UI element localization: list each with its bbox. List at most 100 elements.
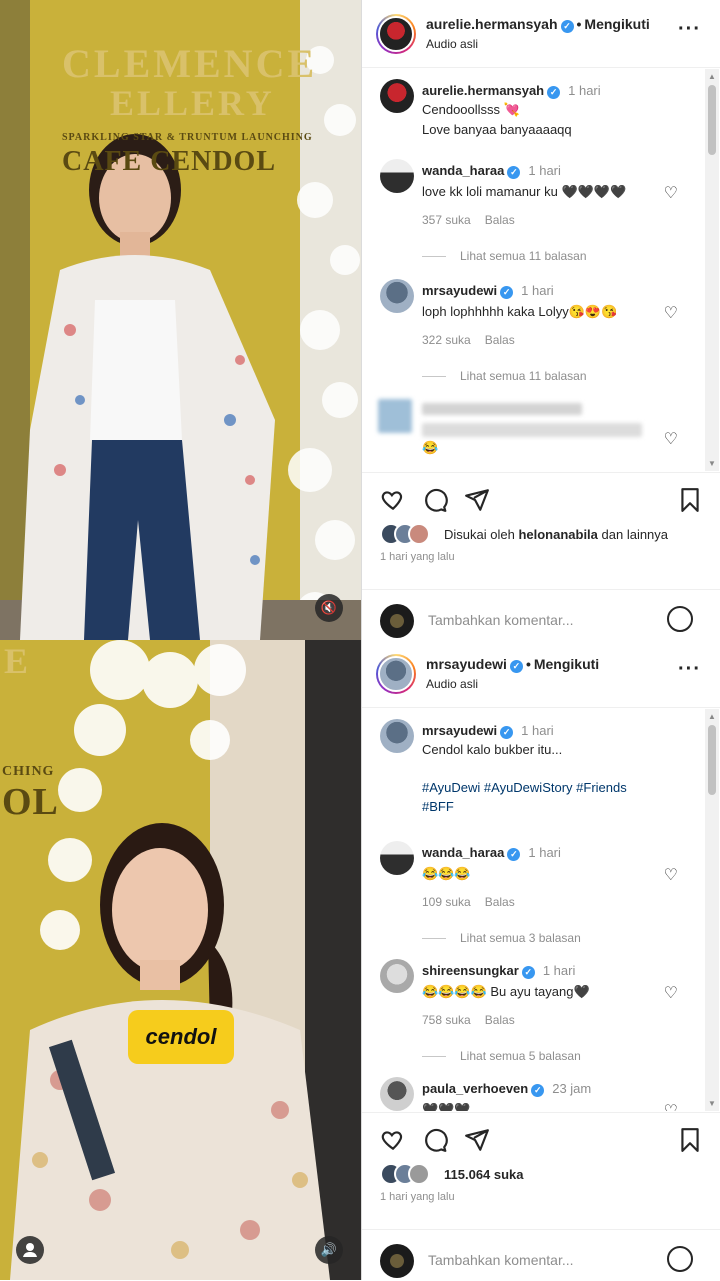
more-options-icon[interactable]: ··· xyxy=(678,658,701,681)
comment-username[interactable]: paula_verhoeven xyxy=(422,1081,528,1096)
avatar[interactable] xyxy=(380,79,414,113)
post-2-panel: mrsayudewi ✓ • Mengikuti Audio asli ··· mrs… xyxy=(361,640,720,1280)
caption-text-2: Love banyaa banyaaaaqq xyxy=(422,122,572,137)
tagged-user-icon[interactable] xyxy=(16,1236,44,1264)
share-icon[interactable] xyxy=(464,1127,490,1153)
verified-icon: ✓ xyxy=(507,848,521,861)
comment-text: 😂 xyxy=(422,440,439,455)
avatar[interactable] xyxy=(376,14,416,54)
header-username[interactable]: aurelie.hermansyah xyxy=(426,16,558,32)
caption-hashtags[interactable]: #AyuDewi #AyuDewiStory #Friends xyxy=(422,779,627,797)
view-replies[interactable]: Lihat semua 11 balasan xyxy=(422,369,587,383)
liker-avatars[interactable] xyxy=(380,1163,440,1185)
blurred-text xyxy=(422,423,642,437)
add-comment-input[interactable]: Tambahkan komentar... xyxy=(428,1252,574,1268)
more-options-icon[interactable]: ··· xyxy=(678,18,701,41)
comment-icon[interactable] xyxy=(422,487,448,513)
audio-label[interactable]: Audio asli xyxy=(426,677,478,691)
emoji-icon[interactable] xyxy=(667,606,693,632)
avatar[interactable] xyxy=(380,959,414,993)
emoji-icon[interactable] xyxy=(667,1246,693,1272)
caption-text-1: Cendooollsss 💘 xyxy=(422,102,520,117)
comment-likes[interactable]: 322 suka xyxy=(422,333,471,347)
comment-text: 😂😂😂 xyxy=(422,866,471,881)
scrollbar[interactable]: ▲ ▼ xyxy=(705,69,719,471)
like-comment-icon[interactable]: ♡ xyxy=(664,303,678,323)
avatar[interactable] xyxy=(380,279,414,313)
audio-label[interactable]: Audio asli xyxy=(426,37,478,51)
comment-text: love kk loli mamanur ku 🖤🖤🖤🖤 xyxy=(422,184,627,199)
caption-hashtags-2[interactable]: #BFF xyxy=(422,798,454,816)
event-text-partial: CHING xyxy=(2,764,55,779)
like-comment-icon[interactable]: ♡ xyxy=(664,865,678,885)
comment-time: 1 hari xyxy=(542,963,576,978)
comment-text: 😂😂😂😂 Bu ayu tayang🖤 xyxy=(422,984,590,999)
post-2-video-frame xyxy=(0,640,361,1280)
caption-username[interactable]: aurelie.hermansyah xyxy=(422,83,544,98)
comment-username[interactable]: shireensungkar xyxy=(422,963,519,978)
caption-text: Cendol kalo bukber itu... xyxy=(422,742,563,757)
like-comment-icon[interactable]: ♡ xyxy=(664,1101,678,1111)
comments-list: aurelie.hermansyah ✓ 1 hari Cendooollsss 💘… xyxy=(362,69,720,471)
verified-icon: ✓ xyxy=(560,20,574,33)
caption-username[interactable]: mrsayudewi xyxy=(422,723,497,738)
avatar[interactable] xyxy=(376,654,416,694)
caption-time: 1 hari xyxy=(521,723,554,738)
actions-bar: 115.064 suka 1 hari yang lalu Tambahkan … xyxy=(362,1112,720,1280)
liker-avatars[interactable] xyxy=(380,523,440,545)
mute-icon[interactable]: 🔇 xyxy=(315,594,343,622)
post-1-video[interactable]: CLEMENCE ELLERY SPARKLING STAR & TRUNTUM… xyxy=(0,0,361,640)
view-replies[interactable]: Lihat semua 5 balasan xyxy=(422,1049,581,1063)
comment-icon[interactable] xyxy=(422,1127,448,1153)
verified-icon: ✓ xyxy=(507,166,521,179)
cendol-sticker: cendol xyxy=(128,1010,234,1064)
view-replies[interactable]: Lihat semua 3 balasan xyxy=(422,931,581,945)
avatar[interactable] xyxy=(380,841,414,875)
avatar[interactable] xyxy=(380,719,414,753)
comment-likes[interactable]: 357 suka xyxy=(422,213,471,227)
post-header: mrsayudewi ✓ • Mengikuti Audio asli ··· xyxy=(362,640,720,708)
post-time[interactable]: 1 hari yang lalu xyxy=(380,1191,455,1203)
share-icon[interactable] xyxy=(464,487,490,513)
add-comment-bar: Tambahkan komentar... xyxy=(362,589,720,641)
comment-username[interactable]: wanda_haraa xyxy=(422,845,504,860)
comment-username[interactable]: wanda_haraa xyxy=(422,163,504,178)
caption-time: 1 hari xyxy=(568,83,601,98)
likes-count[interactable]: 115.064 suka xyxy=(444,1167,524,1182)
liked-by-text[interactable]: Disukai oleh helonanabila dan lainnya xyxy=(444,527,668,542)
save-bookmark-icon[interactable] xyxy=(677,487,703,513)
comment-username[interactable]: mrsayudewi xyxy=(422,283,497,298)
like-comment-icon[interactable]: ♡ xyxy=(664,983,678,1003)
follow-status[interactable]: Mengikuti xyxy=(584,16,649,32)
reply-button[interactable]: Balas xyxy=(485,895,515,909)
like-comment-icon[interactable]: ♡ xyxy=(664,183,678,203)
post-2-video[interactable]: E CHING OL cendol 🔊 xyxy=(0,640,361,1280)
reply-button[interactable]: Balas xyxy=(485,213,515,227)
comment-likes[interactable]: 758 suka xyxy=(422,1013,471,1027)
avatar[interactable] xyxy=(380,1077,414,1111)
like-comment-icon[interactable]: ♡ xyxy=(664,429,678,449)
like-heart-icon[interactable] xyxy=(380,1127,406,1153)
follow-status[interactable]: Mengikuti xyxy=(534,656,599,672)
post-time[interactable]: 1 hari yang lalu xyxy=(380,551,455,563)
view-replies[interactable]: Lihat semua 11 balasan xyxy=(422,249,587,263)
comment-time: 1 hari xyxy=(528,163,561,178)
comment-likes[interactable]: 109 suka xyxy=(422,895,471,909)
unmute-icon[interactable]: 🔊 xyxy=(315,1236,343,1264)
liked-by-user[interactable]: helonanabila xyxy=(518,527,597,542)
verified-icon: ✓ xyxy=(500,726,514,739)
reply-button[interactable]: Balas xyxy=(485,1013,515,1027)
save-bookmark-icon[interactable] xyxy=(677,1127,703,1153)
like-heart-icon[interactable] xyxy=(380,487,406,513)
post-1-panel: aurelie.hermansyah ✓ • Mengikuti Audio asli… xyxy=(361,0,720,640)
reply-button[interactable]: Balas xyxy=(485,333,515,347)
event-text-2-partial: OL xyxy=(2,781,59,823)
add-comment-input[interactable]: Tambahkan komentar... xyxy=(428,612,574,628)
verified-icon: ✓ xyxy=(509,660,523,673)
header-username[interactable]: mrsayudewi xyxy=(426,656,507,672)
post-header: aurelie.hermansyah ✓ • Mengikuti Audio asli… xyxy=(362,0,720,68)
scrollbar[interactable]: ▲ ▼ xyxy=(705,709,719,1111)
brand-text-partial: E xyxy=(4,641,32,681)
comments-list: mrsayudewi ✓ 1 hari Cendol kalo bukber itu… xyxy=(362,709,720,1111)
avatar[interactable] xyxy=(380,159,414,193)
